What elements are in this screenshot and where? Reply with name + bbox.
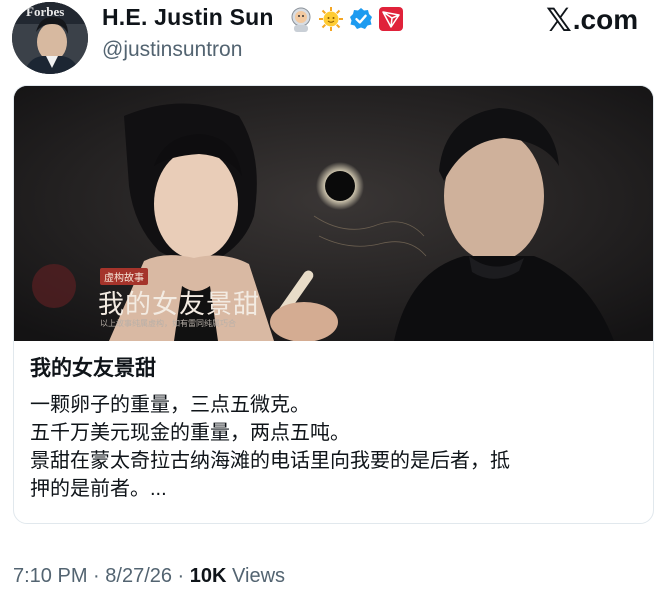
x-logo-text: .com: [572, 4, 639, 35]
cover-badge: 虚构故事: [100, 268, 148, 285]
sun-emoji-icon: [318, 6, 344, 32]
post-time[interactable]: 7:10 PM: [13, 565, 87, 587]
author-badges: [288, 5, 404, 33]
post-date[interactable]: 8/27/26: [105, 565, 172, 587]
author-handle[interactable]: @justinsuntron: [102, 38, 242, 62]
card-description: 一颗卵子的重量，三点五微克。 五千万美元现金的重量，两点五吨。 景甜在蒙太奇拉古…: [30, 391, 639, 503]
x-com-logo: 𝕏 .com: [546, 4, 638, 36]
card-body: 我的女友景甜 一颗卵子的重量，三点五微克。 五千万美元现金的重量，两点五吨。 景…: [14, 341, 653, 503]
verified-badge-icon[interactable]: [348, 6, 374, 32]
cover-title: 我的女友景甜: [98, 290, 261, 320]
views-label: Views: [226, 565, 286, 587]
tron-logo-icon: [378, 6, 404, 32]
card-text-line: 一颗卵子的重量，三点五微克。: [30, 394, 310, 416]
card-cover-image: 虚构故事 我的女友景甜 以上故事纯属虚构，如有雷同纯属巧合: [14, 86, 653, 341]
card-text-line: 押的是前者。...: [30, 478, 167, 500]
avatar[interactable]: Forbes: [12, 2, 88, 74]
x-logo-icon: 𝕏: [546, 2, 572, 38]
card-text-line: 五千万美元现金的重量，两点五吨。: [30, 422, 350, 444]
tweet-screenshot: Forbes H.E. Justin Sun @justinsuntron 𝕏 …: [0, 0, 660, 595]
card-text-line: 景甜在蒙太奇拉古纳海滩的电话里向我要的是后者，抵: [30, 450, 510, 472]
link-card[interactable]: 虚构故事 我的女友景甜 以上故事纯属虚构，如有雷同纯属巧合 我的女友景甜 一颗卵…: [13, 85, 654, 524]
tweet-meta: 7:10 PM · 8/27/26 · 10K Views: [13, 565, 285, 588]
meta-separator: ·: [87, 565, 106, 587]
author-name[interactable]: H.E. Justin Sun: [102, 4, 274, 31]
astronaut-emoji-icon: [288, 6, 314, 32]
views-count[interactable]: 10K: [190, 565, 227, 587]
meta-separator: ·: [172, 565, 190, 587]
cover-subtitle: 以上故事纯属虚构，如有雷同纯属巧合: [100, 319, 236, 328]
card-title[interactable]: 我的女友景甜: [30, 355, 639, 383]
avatar-badge-text: Forbes: [26, 4, 65, 19]
